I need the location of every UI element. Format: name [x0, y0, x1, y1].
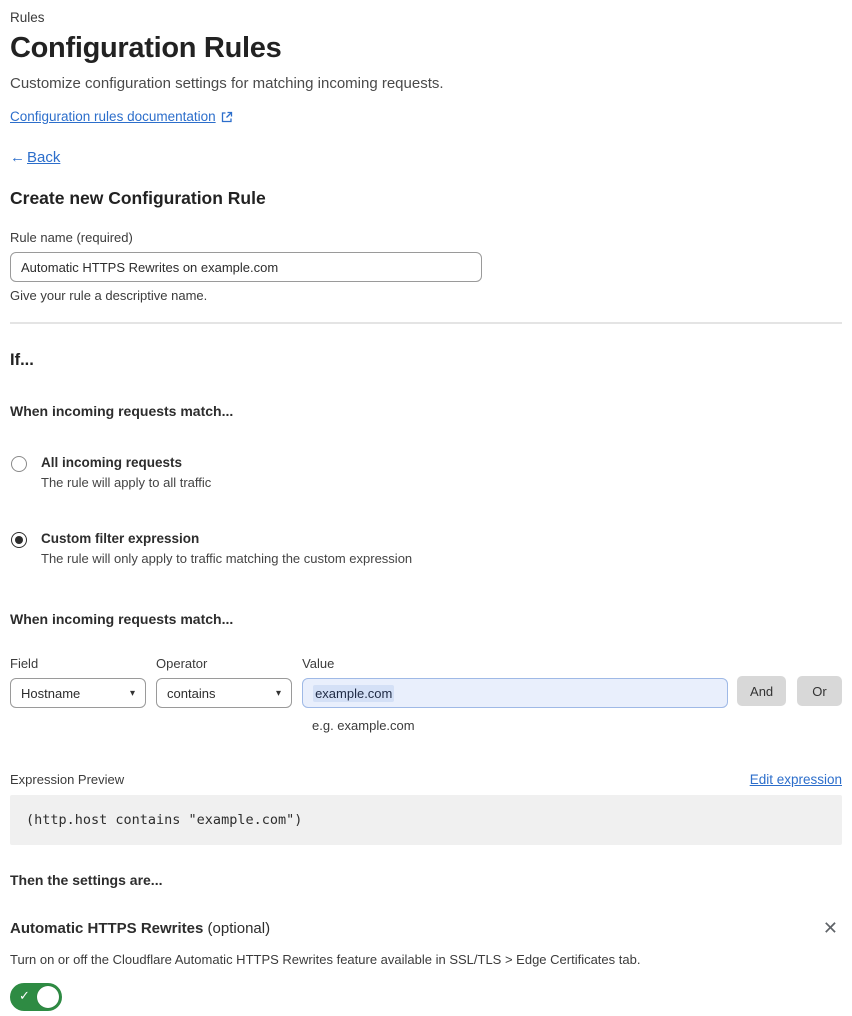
automatic-https-rewrites-toggle[interactable]: ✓	[10, 983, 62, 1011]
chevron-down-icon: ▾	[130, 687, 136, 699]
radio-option-custom-filter[interactable]: Custom filter expression The rule will o…	[10, 531, 842, 566]
section-divider	[10, 322, 842, 324]
or-button[interactable]: Or	[797, 676, 843, 706]
page-subtitle: Customize configuration settings for mat…	[10, 75, 444, 92]
value-label: Value	[302, 656, 335, 671]
expression-builder-row: Field Hostname ▾ Operator contains ▾ Val…	[10, 656, 843, 708]
operator-select[interactable]: contains ▾	[156, 678, 293, 708]
edit-expression-link[interactable]: Edit expression	[750, 772, 842, 787]
value-input-text: example.com	[313, 684, 395, 702]
chevron-down-icon: ▾	[276, 687, 282, 699]
back-arrow-icon: ←	[10, 149, 25, 166]
external-link-icon	[221, 111, 233, 123]
field-select-value: Hostname	[21, 685, 81, 701]
check-icon: ✓	[19, 988, 30, 1003]
value-help-text: e.g. example.com	[312, 718, 415, 733]
if-heading: If...	[10, 351, 34, 369]
radio-option-all-requests[interactable]: All incoming requests The rule will appl…	[10, 455, 842, 490]
back-link[interactable]: Back	[27, 149, 60, 166]
breadcrumb: Rules	[10, 10, 45, 25]
operator-select-value: contains	[167, 685, 216, 701]
page-title: Configuration Rules	[10, 32, 282, 64]
rule-name-label: Rule name (required)	[10, 230, 133, 245]
radio-custom-filter-expression[interactable]	[11, 532, 27, 548]
setting-description: Turn on or off the Cloudflare Automatic …	[10, 952, 641, 967]
radio-option-description: The rule will only apply to traffic matc…	[41, 551, 413, 566]
rule-name-input[interactable]	[10, 252, 482, 282]
radio-option-description: The rule will apply to all traffic	[41, 475, 212, 490]
builder-heading: When incoming requests match...	[10, 611, 234, 627]
expression-preview-label: Expression Preview	[10, 772, 125, 787]
setting-title: Automatic HTTPS Rewrites (optional)	[10, 920, 270, 937]
documentation-link[interactable]: Configuration rules documentation	[10, 109, 216, 124]
then-settings-heading: Then the settings are...	[10, 872, 163, 888]
configuration-rules-page: Rules Configuration Rules Customize conf…	[0, 0, 852, 1016]
and-button[interactable]: And	[737, 676, 787, 706]
setting-name: Automatic HTTPS Rewrites	[10, 919, 204, 937]
close-icon[interactable]: ✕	[819, 917, 842, 939]
setting-optional-tag: (optional)	[203, 919, 271, 937]
field-select[interactable]: Hostname ▾	[10, 678, 147, 708]
create-rule-heading: Create new Configuration Rule	[10, 188, 266, 208]
toggle-knob	[37, 986, 59, 1008]
value-input[interactable]: example.com	[302, 678, 729, 708]
rule-name-help: Give your rule a descriptive name.	[10, 288, 208, 303]
operator-label: Operator	[156, 656, 208, 671]
expression-preview-code: (http.host contains "example.com")	[10, 795, 842, 845]
match-heading: When incoming requests match...	[10, 403, 234, 419]
radio-option-label: All incoming requests	[41, 455, 183, 470]
radio-all-incoming-requests[interactable]	[11, 456, 27, 472]
radio-option-label: Custom filter expression	[41, 531, 200, 546]
field-label: Field	[10, 656, 39, 671]
